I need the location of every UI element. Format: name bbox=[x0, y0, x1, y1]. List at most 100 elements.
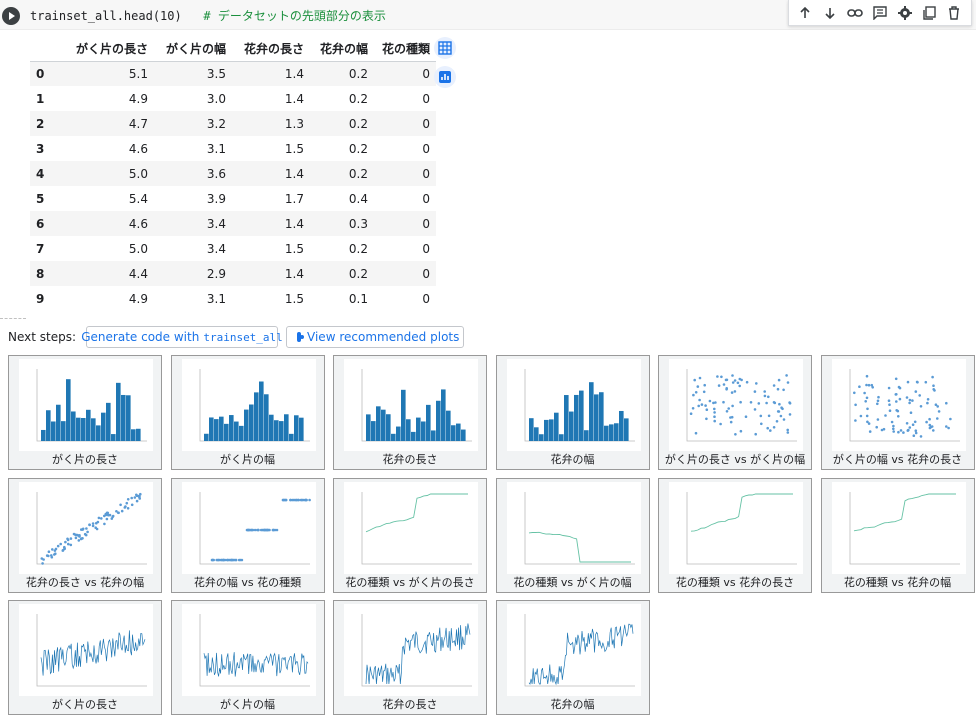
row-index: 7 bbox=[36, 241, 45, 256]
table-cell: 1.4 bbox=[284, 91, 305, 106]
plot-card[interactable]: がく片の長さ vs がく片の幅 bbox=[658, 355, 812, 470]
settings-icon[interactable] bbox=[896, 4, 914, 22]
table-cell: 0 bbox=[422, 66, 431, 81]
plot-thumbnail bbox=[181, 359, 316, 451]
table-cell: 1.5 bbox=[284, 241, 305, 256]
plot-thumbnail bbox=[181, 604, 316, 696]
code-cell-header: trainset_all.head(10) # データセットの先頭部分の表示 bbox=[0, 0, 976, 30]
table-row: 9 4.9 3.1 1.5 0.1 0 bbox=[30, 286, 436, 311]
output-divider bbox=[0, 318, 26, 319]
table-cell: 5.0 bbox=[128, 241, 149, 256]
row-index: 8 bbox=[36, 266, 45, 281]
next-steps-label: Next steps: bbox=[8, 330, 77, 344]
table-cell: 0.3 bbox=[348, 216, 369, 231]
plot-caption: がく片の幅 bbox=[220, 453, 275, 466]
plot-card[interactable]: 花弁の長さ bbox=[333, 600, 487, 715]
plot-card[interactable]: がく片の長さ bbox=[8, 355, 162, 470]
row-index: 4 bbox=[36, 166, 45, 181]
table-row: 6 4.6 3.4 1.4 0.3 0 bbox=[30, 211, 437, 236]
plot-card[interactable]: がく片の長さ bbox=[8, 600, 162, 715]
table-cell: 1.4 bbox=[284, 166, 305, 181]
table-cell: 0 bbox=[422, 241, 431, 256]
plot-card[interactable]: 花弁の幅 bbox=[495, 600, 650, 715]
table-cell: 1.4 bbox=[284, 66, 305, 81]
table-cell: 1.5 bbox=[284, 141, 305, 156]
plot-thumbnail bbox=[506, 359, 641, 451]
table-cell: 3.1 bbox=[206, 141, 227, 156]
table-cell: 1.7 bbox=[284, 191, 305, 206]
column-header: がく片の長さ bbox=[70, 36, 155, 62]
move-down-icon[interactable] bbox=[821, 4, 839, 22]
column-header: 花弁の長さ bbox=[232, 36, 311, 62]
link-icon[interactable] bbox=[846, 4, 864, 22]
column-header: がく片の幅 bbox=[154, 36, 233, 62]
plot-card[interactable]: がく片の幅 bbox=[170, 355, 325, 470]
table-cell: 0.1 bbox=[348, 291, 369, 306]
plot-caption: がく片の長さ bbox=[52, 698, 118, 711]
table-cell: 0.4 bbox=[348, 191, 369, 206]
table-cell: 4.9 bbox=[128, 291, 149, 306]
view-plots-label: View recommended plots bbox=[307, 330, 460, 344]
generate-code-button[interactable]: Generate code with trainset_all bbox=[81, 326, 283, 348]
plot-card[interactable]: がく片の幅 vs 花弁の長さ bbox=[820, 355, 975, 470]
table-cell: 3.5 bbox=[206, 66, 227, 81]
plot-caption: 花弁の長さ bbox=[382, 453, 438, 466]
plot-card[interactable]: 花の種類 vs 花弁の幅 bbox=[820, 477, 975, 593]
plot-card[interactable]: 花弁の幅 bbox=[495, 355, 650, 470]
plot-card[interactable]: 花の種類 vs 花弁の長さ bbox=[658, 477, 812, 593]
move-up-icon[interactable] bbox=[796, 4, 814, 22]
table-cell: 0 bbox=[422, 116, 431, 131]
plot-caption: 花弁の幅 vs 花の種類 bbox=[193, 575, 302, 589]
plot-caption: 花の種類 vs 花弁の長さ bbox=[675, 575, 795, 589]
plot-card[interactable]: がく片の幅 bbox=[170, 600, 325, 715]
table-cell: 1.5 bbox=[284, 291, 305, 306]
run-cell-button[interactable] bbox=[2, 7, 20, 25]
generate-code-variable: trainset_all bbox=[203, 330, 283, 344]
table-cell: 3.2 bbox=[206, 116, 227, 131]
plot-thumbnail bbox=[831, 359, 966, 451]
plot-caption: 花の種類 vs がく片の長さ bbox=[345, 575, 475, 589]
table-header-row: がく片の長さ がく片の幅 花弁の長さ 花弁の幅 花の種類 bbox=[30, 36, 437, 62]
plot-thumbnail bbox=[344, 604, 478, 696]
suggest-charts-button[interactable] bbox=[434, 66, 456, 88]
table-cell: 0.2 bbox=[348, 266, 369, 281]
plot-thumbnail bbox=[344, 481, 478, 574]
table-row: 8 4.4 2.9 1.4 0.2 0 bbox=[30, 261, 437, 286]
table-cell: 2.9 bbox=[206, 266, 227, 281]
table-cell: 4.9 bbox=[128, 91, 149, 106]
table-row: 4 5.0 3.6 1.4 0.2 0 bbox=[30, 161, 437, 186]
interactive-table-button[interactable] bbox=[434, 37, 456, 59]
next-steps-bar: Next steps: Generate code with trainset_… bbox=[8, 326, 472, 348]
table-cell: 1.4 bbox=[284, 266, 305, 281]
delete-icon[interactable] bbox=[945, 4, 963, 22]
table-cell: 3.6 bbox=[206, 166, 227, 181]
play-icon bbox=[9, 12, 15, 20]
plot-thumbnail bbox=[181, 481, 316, 574]
table-cell: 5.0 bbox=[128, 166, 149, 181]
plot-caption: 花弁の幅 bbox=[550, 453, 595, 466]
plot-thumbnail bbox=[669, 359, 803, 451]
row-index: 6 bbox=[36, 216, 45, 231]
table-cell: 4.4 bbox=[128, 266, 149, 281]
plot-caption: 花弁の幅 bbox=[550, 698, 595, 711]
code-editor[interactable]: trainset_all.head(10) # データセットの先頭部分の表示 bbox=[30, 7, 386, 24]
mirror-icon[interactable] bbox=[921, 4, 939, 22]
index-header bbox=[30, 36, 70, 62]
cell-toolbar bbox=[788, 0, 972, 26]
table-cell: 0.2 bbox=[348, 241, 369, 256]
table-cell: 0 bbox=[422, 216, 431, 231]
comment-icon[interactable] bbox=[871, 4, 889, 22]
table-cell: 1.4 bbox=[284, 216, 305, 231]
row-index: 3 bbox=[36, 141, 45, 156]
plot-card[interactable]: 花弁の長さ vs 花弁の幅 bbox=[8, 477, 162, 593]
row-index: 1 bbox=[36, 91, 45, 106]
table-cell: 3.9 bbox=[206, 191, 227, 206]
plot-card[interactable]: 花の種類 vs がく片の幅 bbox=[495, 477, 650, 593]
plot-card[interactable]: 花の種類 vs がく片の長さ bbox=[333, 477, 487, 593]
plot-card[interactable]: 花弁の幅 vs 花の種類 bbox=[170, 477, 325, 593]
code-statement: trainset_all.head(10) bbox=[30, 9, 182, 23]
table-row: 5 5.4 3.9 1.7 0.4 0 bbox=[30, 186, 436, 211]
plot-card[interactable]: 花弁の長さ bbox=[333, 355, 487, 470]
view-recommended-plots-button[interactable]: View recommended plots bbox=[286, 326, 465, 348]
table-cell: 3.1 bbox=[206, 291, 227, 306]
